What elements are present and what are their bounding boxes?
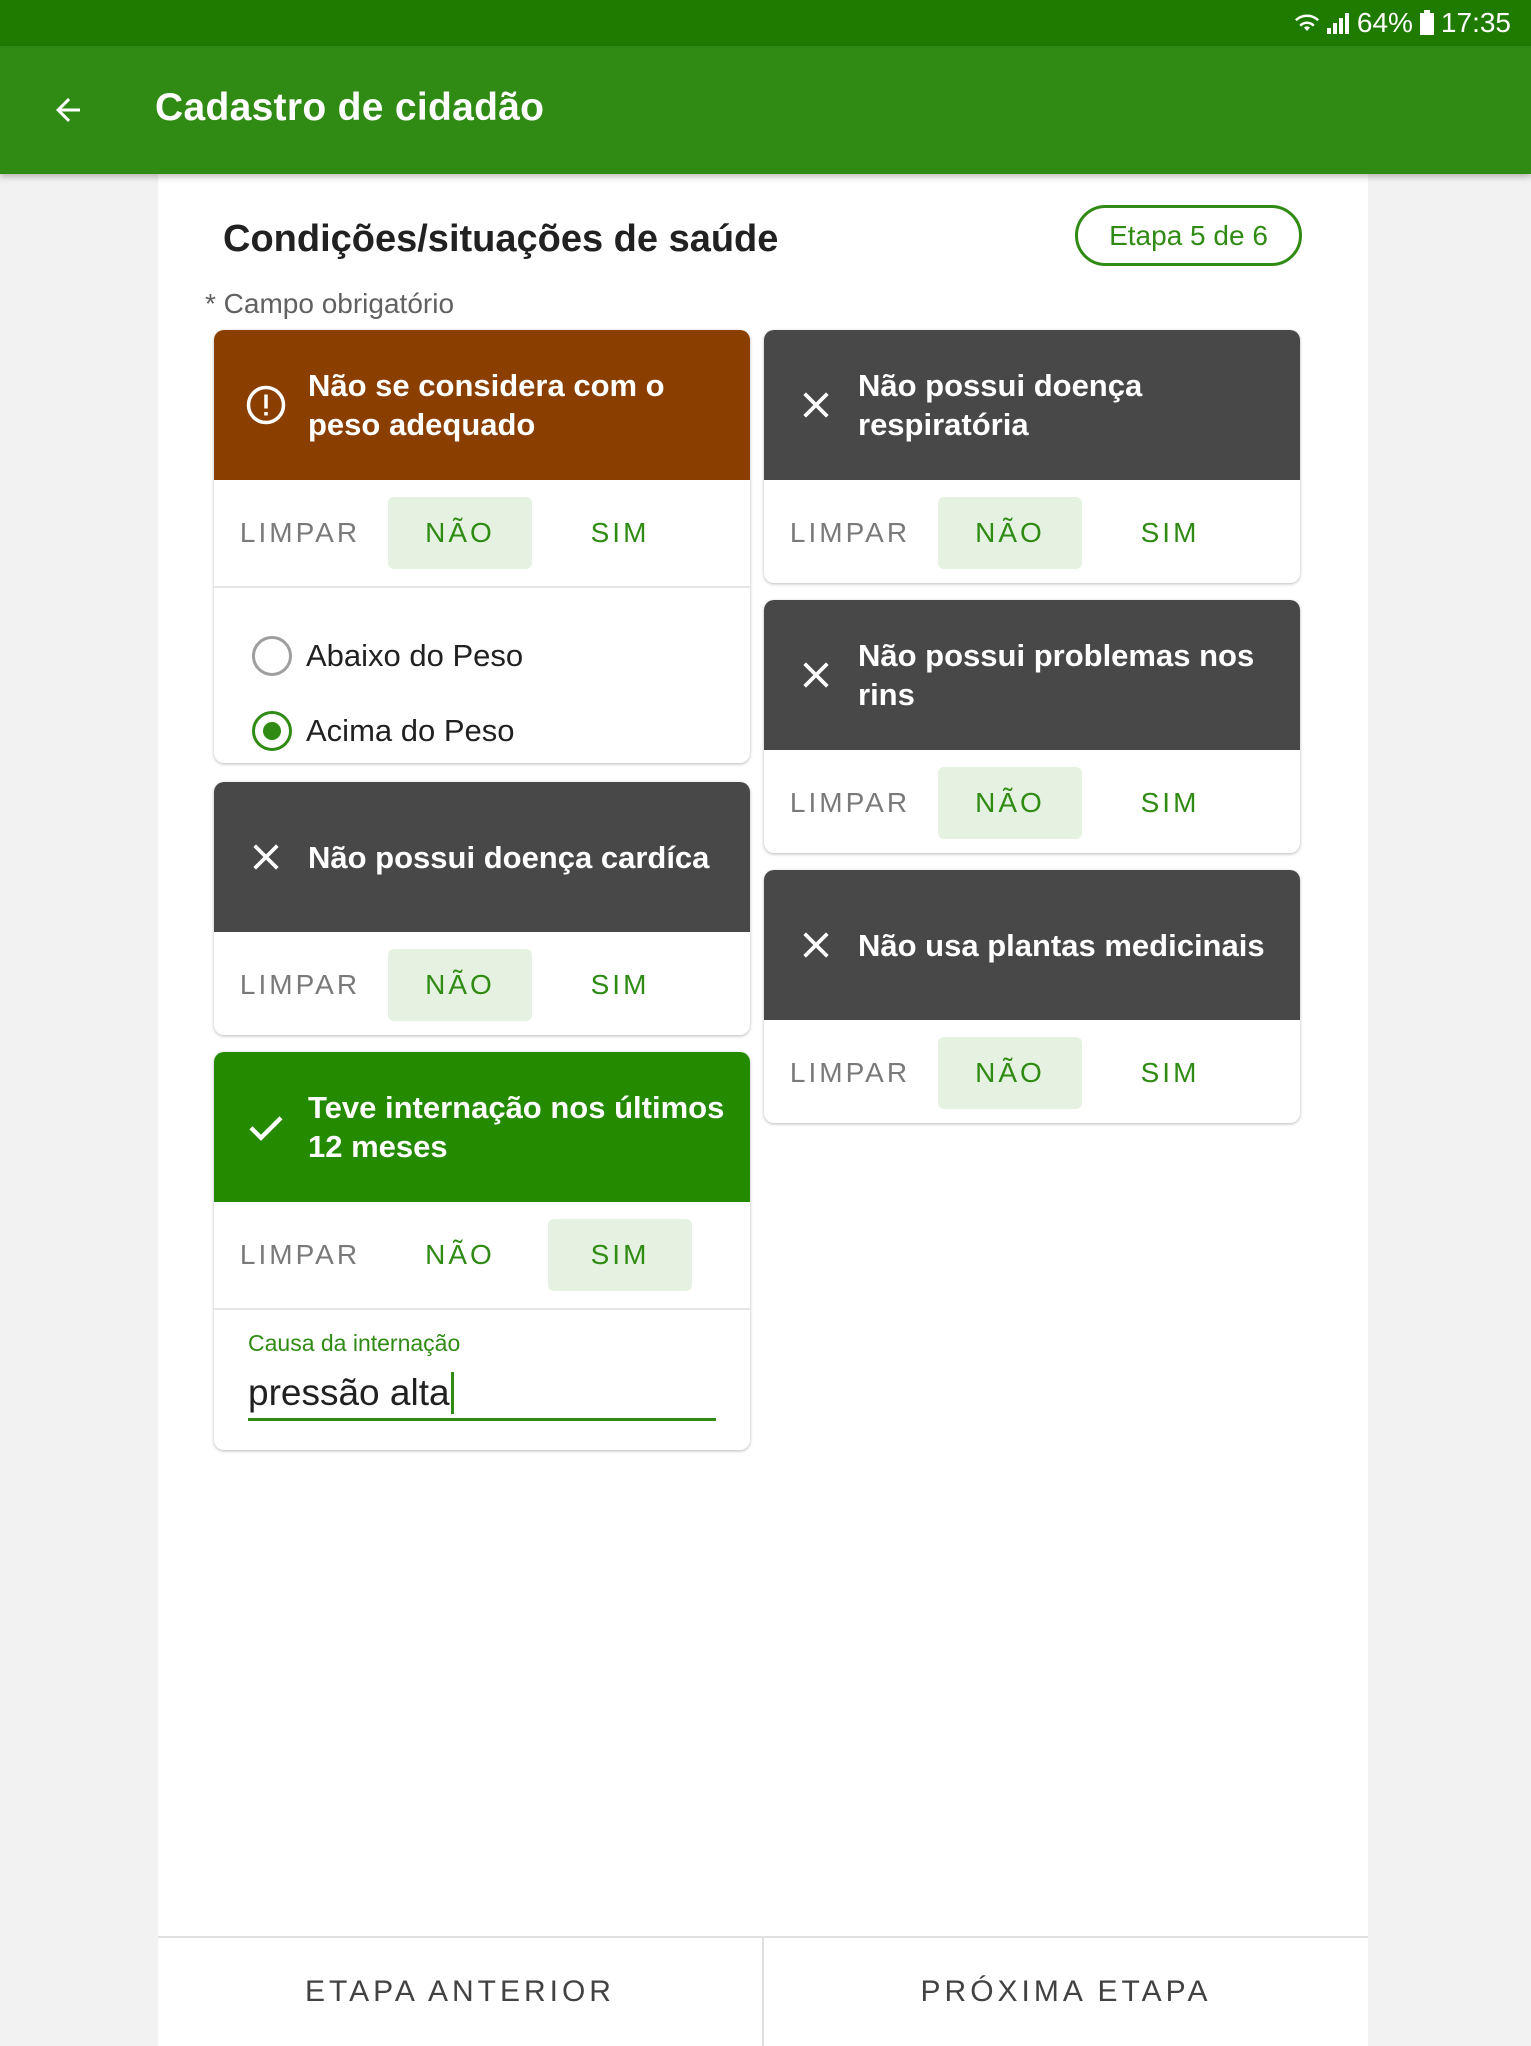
condition-header: Não usa plantas medicinais — [764, 870, 1300, 1020]
condition-card-hospitalization: Teve internação nos últimos 12 meses LIM… — [214, 1052, 750, 1450]
condition-header: Teve internação nos últimos 12 meses — [214, 1052, 750, 1202]
radio-label: Acima do Peso — [306, 712, 515, 748]
close-icon — [794, 383, 838, 427]
yes-button[interactable]: SIM — [548, 949, 692, 1021]
no-button[interactable]: NÃO — [938, 767, 1082, 839]
page-title: Condições/situações de saúde — [223, 218, 779, 260]
condition-card-medicinal-plants: Não usa plantas medicinais LIMPAR NÃO SI… — [764, 870, 1300, 1123]
condition-title: Não possui doença respiratória — [858, 368, 1143, 442]
clear-button[interactable]: LIMPAR — [778, 767, 922, 839]
hospitalization-cause-input[interactable]: pressão alta — [248, 1367, 716, 1421]
battery-percent: 64% — [1356, 7, 1413, 38]
step-navigation: ETAPA ANTERIOR PRÓXIMA ETAPA — [158, 1936, 1368, 2046]
answer-buttons: LIMPAR NÃO SIM — [214, 932, 750, 1035]
condition-title: Não possui problemas nos rins — [858, 638, 1255, 712]
condition-title: Teve internação nos últimos 12 meses — [308, 1090, 725, 1164]
step-badge: Etapa 5 de 6 — [1075, 205, 1302, 266]
clock: 17:35 — [1440, 7, 1511, 38]
answer-buttons: LIMPAR NÃO SIM — [764, 1020, 1300, 1123]
condition-title: Não usa plantas medicinais — [858, 927, 1265, 963]
radio-button[interactable] — [252, 635, 292, 676]
answer-buttons: LIMPAR NÃO SIM — [214, 1202, 750, 1308]
yes-button[interactable]: SIM — [1098, 1037, 1242, 1109]
clear-button[interactable]: LIMPAR — [778, 497, 922, 569]
no-button[interactable]: NÃO — [938, 497, 1082, 569]
status-bar: 64% 17:35 — [0, 0, 1531, 46]
app-title: Cadastro de cidadão — [155, 86, 545, 129]
condition-header: Não possui doença cardíca — [214, 782, 750, 932]
answer-buttons: LIMPAR NÃO SIM — [764, 480, 1300, 583]
close-icon — [244, 835, 288, 879]
clear-button[interactable]: LIMPAR — [228, 949, 372, 1021]
arrow-left-icon — [56, 98, 80, 122]
condition-card-respiratory: Não possui doença respiratória LIMPAR NÃ… — [764, 330, 1300, 583]
condition-title: Não possui doença cardíca — [308, 839, 710, 875]
clear-button[interactable]: LIMPAR — [228, 1219, 372, 1291]
alert-circle-icon — [244, 383, 288, 427]
no-button[interactable]: NÃO — [388, 497, 532, 569]
condition-header: Não possui doença respiratória — [764, 330, 1300, 480]
clear-button[interactable]: LIMPAR — [228, 497, 372, 569]
next-step-button[interactable]: PRÓXIMA ETAPA — [762, 1938, 1368, 2046]
condition-card-heart: Não possui doença cardíca LIMPAR NÃO SIM — [214, 782, 750, 1035]
radio-button-selected[interactable] — [252, 710, 292, 751]
check-icon — [244, 1105, 288, 1149]
condition-header: Não se considera com o peso adequado — [214, 330, 750, 480]
yes-button[interactable]: SIM — [1098, 497, 1242, 569]
answer-buttons: LIMPAR NÃO SIM — [214, 480, 750, 586]
no-button[interactable]: NÃO — [388, 949, 532, 1021]
condition-card-kidney: Não possui problemas nos rins LIMPAR NÃO… — [764, 600, 1300, 853]
previous-step-button[interactable]: ETAPA ANTERIOR — [158, 1938, 762, 2046]
input-value: pressão alta — [248, 1371, 450, 1413]
required-field-note: * Campo obrigatório — [205, 288, 455, 319]
yes-button[interactable]: SIM — [548, 1219, 692, 1291]
close-icon — [794, 923, 838, 967]
condition-card-weight: Não se considera com o peso adequado LIM… — [214, 330, 750, 763]
back-button[interactable] — [46, 88, 90, 132]
radio-label: Abaixo do Peso — [306, 637, 524, 673]
hospitalization-cause-field: Causa da internação pressão alta — [214, 1310, 750, 1447]
field-label: Causa da internação — [248, 1330, 461, 1356]
clear-button[interactable]: LIMPAR — [778, 1037, 922, 1109]
radio-option-below-weight[interactable]: Abaixo do Peso — [252, 618, 750, 693]
battery-icon — [1419, 10, 1435, 36]
condition-header: Não possui problemas nos rins — [764, 600, 1300, 750]
wifi-icon — [1294, 11, 1319, 35]
signal-icon — [1325, 11, 1351, 35]
close-icon — [794, 653, 838, 697]
yes-button[interactable]: SIM — [548, 497, 692, 569]
no-button[interactable]: NÃO — [388, 1219, 532, 1291]
text-cursor — [450, 1371, 454, 1414]
no-button[interactable]: NÃO — [938, 1037, 1082, 1109]
radio-option-above-weight[interactable]: Acima do Peso — [252, 693, 750, 763]
app-bar: Cadastro de cidadão — [0, 46, 1531, 174]
condition-title: Não se considera com o peso adequado — [308, 368, 665, 442]
yes-button[interactable]: SIM — [1098, 767, 1242, 839]
answer-buttons: LIMPAR NÃO SIM — [764, 750, 1300, 853]
weight-options: Abaixo do Peso Acima do Peso — [214, 588, 750, 763]
